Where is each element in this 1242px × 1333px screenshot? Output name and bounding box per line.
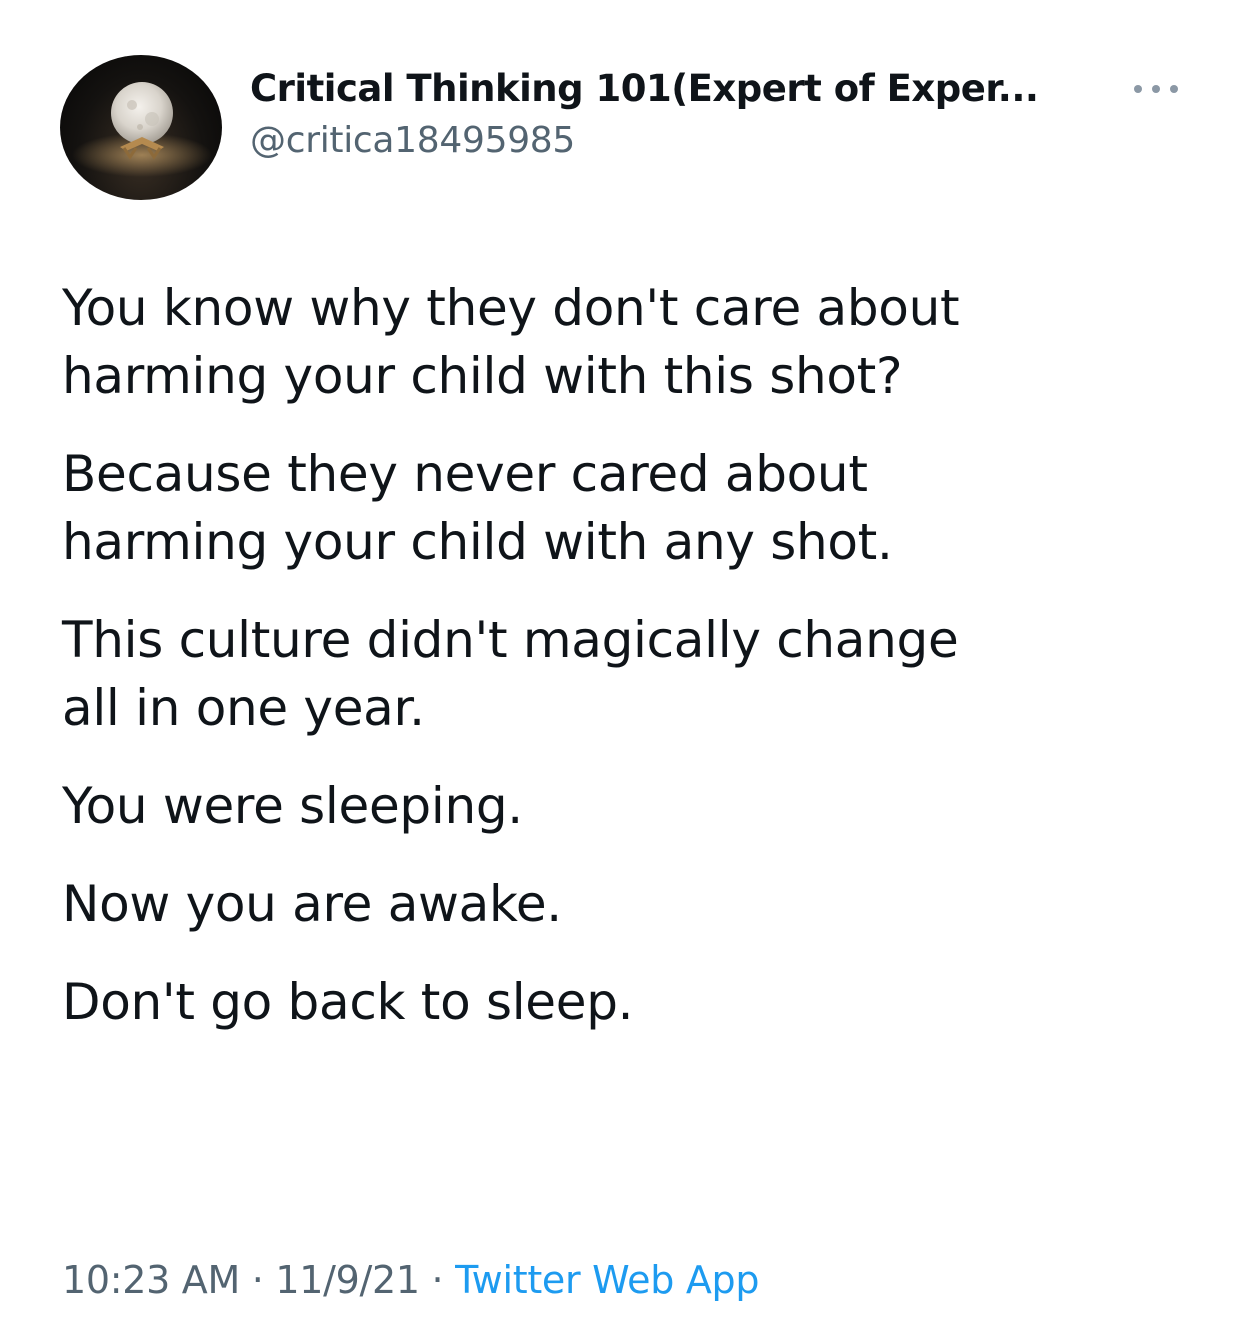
meta-separator: · (419, 1258, 456, 1302)
tweet: Critical Thinking 101(Expert of Exper...… (0, 0, 1242, 1333)
tweet-paragraph: Now you are awake. (62, 875, 562, 933)
avatar[interactable] (60, 55, 222, 200)
tweet-paragraph: Don't go back to sleep. (62, 973, 634, 1031)
tweet-paragraph: This culture didn't magically change all… (62, 611, 959, 737)
tweet-paragraph: You were sleeping. (62, 777, 523, 835)
tweet-text: You know why they don't care about harmi… (62, 274, 1202, 1066)
author-display-name[interactable]: Critical Thinking 101(Expert of Exper... (250, 62, 1110, 116)
tweet-time[interactable]: 10:23 AM (62, 1258, 240, 1302)
author-handle[interactable]: @critica18495985 (250, 116, 1110, 166)
tweet-paragraph: You know why they don't care about harmi… (62, 279, 960, 405)
meta-separator: · (239, 1258, 276, 1302)
tweet-header: Critical Thinking 101(Expert of Exper...… (250, 62, 1110, 166)
more-horizontal-icon (1134, 85, 1178, 93)
moon-lamp-icon (72, 82, 212, 177)
tweet-metadata: 10:23 AM · 11/9/21 · Twitter Web App (62, 1252, 759, 1308)
tweet-source-link[interactable]: Twitter Web App (455, 1258, 759, 1302)
tweet-paragraph: Because they never cared about harming y… (62, 445, 893, 571)
more-options-button[interactable] (1130, 76, 1182, 102)
tweet-date[interactable]: 11/9/21 (275, 1258, 420, 1302)
